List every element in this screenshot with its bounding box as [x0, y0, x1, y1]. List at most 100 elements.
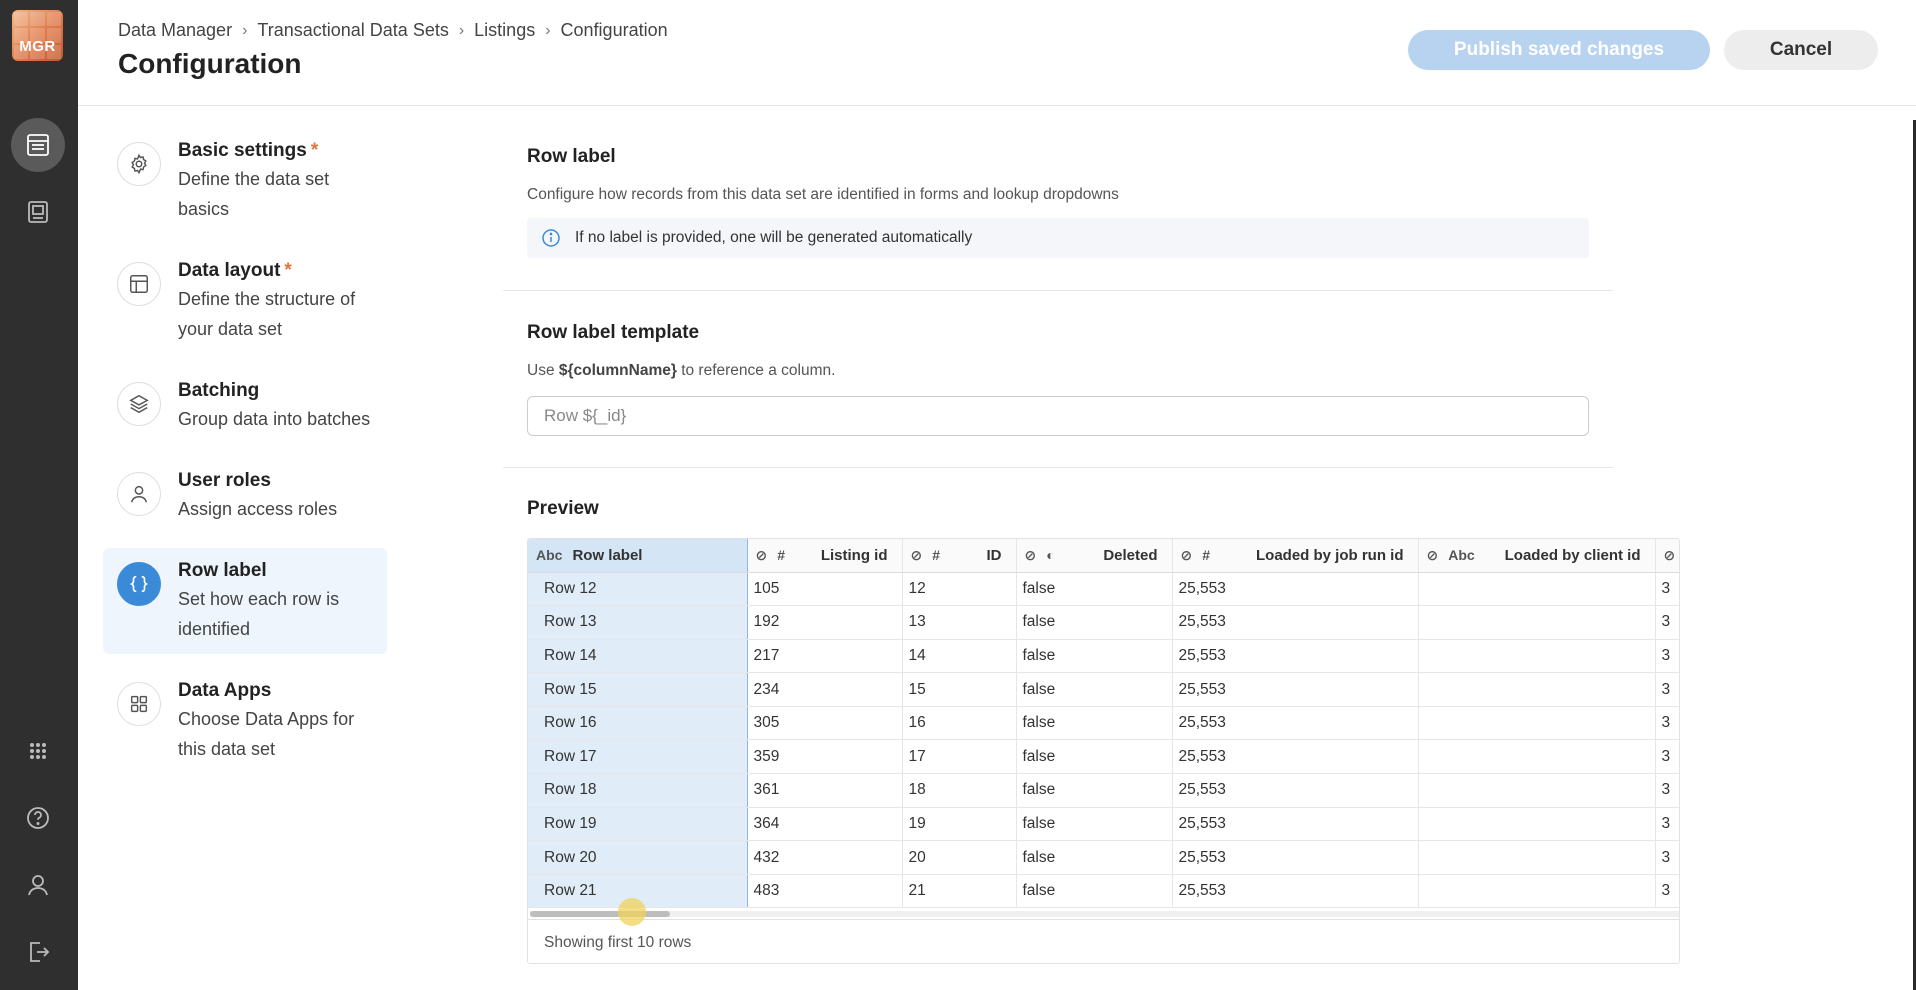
step-title: Batching [178, 380, 260, 401]
table-cell: 25,553 [1172, 739, 1419, 775]
table-cell: Row 17 [528, 739, 748, 775]
table-cell: false [1016, 639, 1173, 674]
logout-icon[interactable] [11, 925, 65, 979]
unpin-icon[interactable]: ⊘ [1025, 547, 1037, 564]
table-cell [1418, 874, 1656, 909]
unpin-icon[interactable]: ⊘ [1427, 547, 1439, 564]
help-icon[interactable] [11, 791, 65, 845]
number-type-icon: # [777, 547, 786, 564]
profile-icon[interactable] [11, 858, 65, 912]
horizontal-scrollbar[interactable] [530, 911, 1679, 917]
info-banner: If no label is provided, one will be gen… [527, 218, 1589, 258]
unpin-icon[interactable]: ⊘ [1181, 547, 1193, 564]
table-row: Row 12 105 12 false 25,553 3 [528, 572, 1679, 607]
table-cell: 3 [1655, 672, 1679, 707]
gear-icon [117, 142, 161, 186]
table-cell: false [1016, 605, 1173, 640]
table-cell: Row 13 [528, 605, 748, 640]
column-header-truncated[interactable]: ⊘ [1655, 539, 1679, 573]
apps-grid-icon[interactable] [11, 724, 65, 778]
table-cell: 16 [902, 706, 1017, 741]
column-header-listing-id[interactable]: ⊘ # Listing id [747, 539, 903, 573]
left-rail: MGR [0, 0, 78, 990]
table-cell [1418, 739, 1656, 775]
table-cell: 3 [1655, 605, 1679, 640]
info-text: If no label is provided, one will be gen… [575, 229, 973, 246]
table-cell: 3 [1655, 572, 1679, 607]
breadcrumb-configuration: Configuration [560, 20, 668, 40]
row-label-template-section: Row label template Use ${columnName} to … [527, 322, 1681, 436]
step-data-apps[interactable]: Data Apps Choose Data Apps for this data… [103, 668, 387, 774]
table-cell: 25,553 [1172, 605, 1419, 640]
section-desc: Configure how records from this data set… [527, 186, 1119, 203]
table-cell: 3 [1655, 840, 1679, 875]
number-type-icon: # [1202, 547, 1211, 564]
unpin-icon[interactable]: ⊘ [911, 547, 923, 564]
step-desc: Set how each row is identified [178, 589, 340, 639]
breadcrumb-listings[interactable]: Listings [474, 20, 535, 41]
text-type-icon: Abc [1448, 547, 1475, 564]
table-cell: 234 [747, 672, 903, 707]
step-data-layout[interactable]: Data layout * Define the structure of you… [103, 248, 387, 354]
table-cell: 25,553 [1172, 572, 1419, 607]
step-desc: Assign access roles [178, 499, 338, 519]
step-desc: Choose Data Apps for this data set [178, 709, 355, 759]
unpin-icon[interactable]: ⊘ [1664, 547, 1676, 564]
layout-icon [117, 262, 161, 306]
table-row: Row 20 432 20 false 25,553 3 [528, 840, 1679, 875]
boolean-type-icon: ◐ [1046, 547, 1055, 564]
breadcrumb-data-manager[interactable]: Data Manager [118, 20, 232, 41]
table-cell: Row 14 [528, 639, 748, 674]
column-header-deleted[interactable]: ⊘ ◐ Deleted [1016, 539, 1173, 573]
step-row-label[interactable]: Row label Set how each row is identified [103, 548, 387, 654]
scrollbar-thumb[interactable] [530, 911, 670, 917]
table-cell: 3 [1655, 739, 1679, 775]
breadcrumb-transactional-data-sets[interactable]: Transactional Data Sets [257, 20, 448, 41]
table-cell: 3 [1655, 706, 1679, 741]
table-cell: 19 [902, 807, 1017, 842]
table-cell: 3 [1655, 639, 1679, 674]
preview-table: Abc Row label ⊘ # Listing id ⊘ # ID ⊘ ◐ Deleted… [527, 538, 1680, 964]
required-marker: * [284, 260, 292, 281]
table-cell: 14 [902, 639, 1017, 674]
chevron-right-icon: › [242, 21, 248, 39]
chevron-right-icon: › [458, 21, 465, 39]
table-cell: 13 [902, 605, 1017, 640]
table-row: Row 21 483 21 false 25,553 3 [528, 874, 1679, 909]
table-cell: Row 15 [528, 672, 748, 707]
mouse-cursor-highlight [618, 898, 646, 926]
step-basic-settings[interactable]: Basic settings * Define the data set basi… [103, 128, 387, 234]
documents-nav-icon[interactable] [11, 185, 65, 239]
column-header-loaded-by-job-run-id[interactable]: ⊘ # Loaded by job run id [1172, 539, 1419, 573]
table-cell [1418, 807, 1656, 842]
step-title: Data layout [178, 260, 281, 281]
number-type-icon: # [932, 547, 941, 564]
step-desc: Group data into batches [178, 409, 371, 429]
table-cell [1418, 572, 1656, 607]
unpin-icon[interactable]: ⊘ [756, 547, 768, 564]
column-header-id[interactable]: ⊘ # ID [902, 539, 1017, 573]
table-row: Row 15 234 15 false 25,553 3 [528, 672, 1679, 707]
table-row: Row 19 364 19 false 25,553 3 [528, 807, 1679, 842]
step-title: Row label [178, 560, 267, 581]
table-cell: false [1016, 874, 1173, 909]
table-cell: false [1016, 773, 1173, 808]
table-cell: 25,553 [1172, 840, 1419, 875]
section-title: Row label template [527, 322, 700, 343]
step-batching[interactable]: Batching Group data into batches [103, 368, 387, 444]
app-logo[interactable]: MGR [12, 10, 63, 61]
table-cell: Row 12 [528, 572, 748, 607]
step-user-roles[interactable]: User roles Assign access roles [103, 458, 387, 534]
publish-saved-changes-button[interactable]: Publish saved changes [1408, 30, 1710, 70]
table-cell: 432 [747, 840, 903, 875]
table-cell: 15 [902, 672, 1017, 707]
cancel-button[interactable]: Cancel [1724, 30, 1878, 70]
column-header-row-label[interactable]: Abc Row label [528, 539, 748, 573]
row-label-template-input[interactable]: Row ${_id} [527, 396, 1589, 436]
table-cell: 25,553 [1172, 773, 1419, 808]
row-label-section: Row label Configure how records from thi… [527, 146, 1681, 258]
table-cell: 192 [747, 605, 903, 640]
column-header-loaded-by-client-id[interactable]: ⊘ Abc Loaded by client id [1418, 539, 1656, 573]
data-sets-nav-icon[interactable] [11, 118, 65, 172]
layers-icon [117, 382, 161, 426]
